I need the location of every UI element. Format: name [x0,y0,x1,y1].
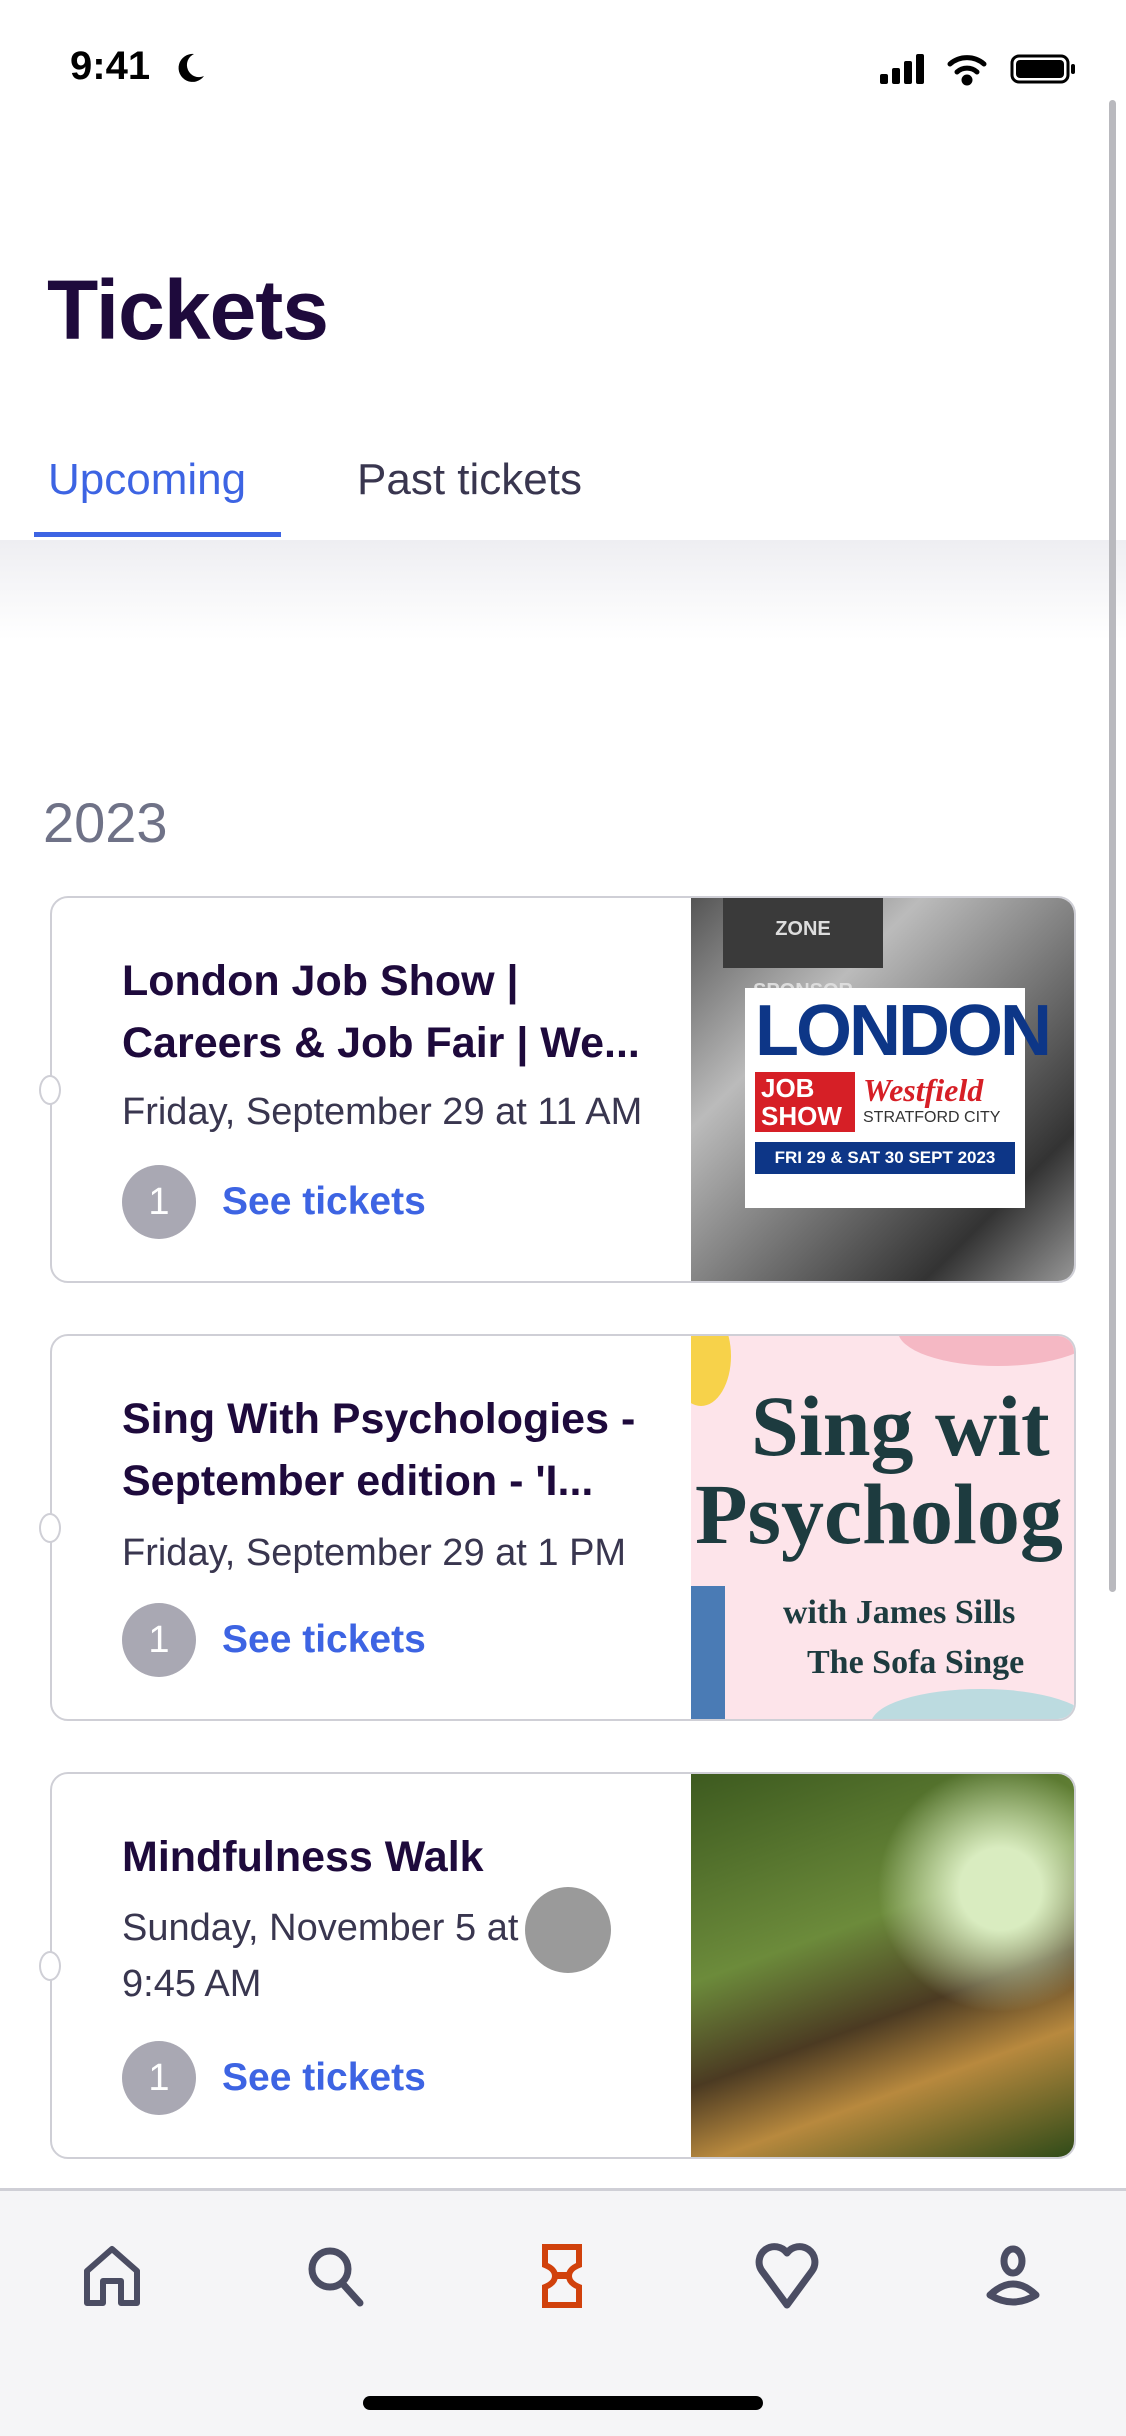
tab-past-tickets[interactable]: Past tickets [357,455,582,505]
ticket-card[interactable]: London Job Show | Careers & Job Fair | W… [50,896,1076,1283]
tab-upcoming[interactable]: Upcoming [48,455,246,505]
image-text: JOB SHOW [755,1072,855,1132]
event-title: Sing With Psychologies - September editi… [122,1395,636,1505]
divider [0,540,1126,640]
scrollbar[interactable] [1109,100,1116,1592]
ticket-notch [39,1075,61,1105]
event-date: Sunday, November 5 at 9:45 AM [122,1907,519,2005]
ticket-notch [39,1513,61,1543]
image-text: FRI 29 & SAT 30 SEPT 2023 [755,1142,1015,1174]
moon-icon [178,53,204,82]
image-text: ZONE SPONSOR [723,898,883,1002]
event-image: Sing wit Psycholog with James Sills The … [691,1336,1074,1719]
page-title: Tickets [47,263,329,357]
ticket-notch [39,1951,61,1981]
ticket-card[interactable]: Sing With Psychologies - September editi… [50,1334,1076,1721]
image-text: Psycholog [695,1466,1063,1562]
ticket-icon[interactable] [527,2241,597,2311]
event-date: Friday, September 29 at 1 PM [122,1532,627,1574]
search-icon[interactable] [300,2241,370,2311]
home-icon[interactable] [77,2241,147,2311]
image-text: Westfield [863,1072,984,1108]
event-title: Mindfulness Walk [122,1833,484,1881]
home-indicator[interactable] [363,2396,763,2410]
battery-icon [1010,54,1075,84]
active-tab-indicator [34,532,281,537]
image-text: with James Sills [783,1594,1016,1631]
see-tickets-link[interactable]: See tickets [222,1603,426,1677]
ticket-count-badge: 1 [122,2041,196,2115]
profile-icon[interactable] [978,2241,1048,2311]
section-year: 2023 [43,791,168,854]
ticket-count-badge: 1 [122,1603,196,1677]
image-text: STRATFORD CITY [863,1109,1001,1126]
status-time: 9:41 [70,44,151,88]
heart-icon[interactable] [752,2241,822,2311]
event-image: ZONE SPONSOR LONDON JOB SHOW Westfield S… [691,898,1074,1281]
touch-indicator [525,1887,611,1973]
see-tickets-link[interactable]: See tickets [222,2041,426,2115]
signal-icon [880,54,924,84]
status-icons [880,54,1075,86]
image-text: Sing wit [751,1378,1050,1474]
see-tickets-link[interactable]: See tickets [222,1165,426,1239]
status-bar: 9:41 [0,0,1126,130]
ticket-count-badge: 1 [122,1165,196,1239]
event-date: Friday, September 29 at 11 AM [122,1091,643,1133]
image-text: The Sofa Singe [807,1644,1025,1681]
wifi-icon [947,55,987,86]
event-image [691,1774,1074,2157]
image-text: LONDON [755,991,1052,1071]
event-title: London Job Show | Careers & Job Fair | W… [122,957,640,1067]
